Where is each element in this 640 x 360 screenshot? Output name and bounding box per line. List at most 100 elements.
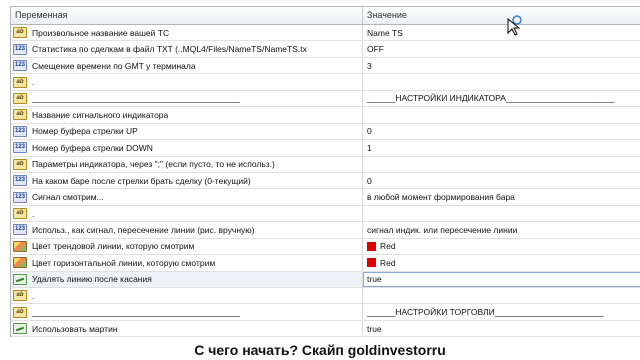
variable-name: Смещение времени по GMT у терминала — [32, 60, 196, 71]
variable-cell[interactable]: Цвет трендовой линии, которую смотрим — [11, 238, 363, 255]
variable-name: . — [32, 290, 35, 301]
input-row[interactable]: Цвет горизонтальной линии, которую смотр… — [11, 255, 640, 272]
input-row[interactable]: 123 Использ., как сигнал, пересечение лин… — [11, 222, 640, 239]
value-cell[interactable]: 0 — [363, 124, 640, 139]
variable-value: 1 — [367, 142, 372, 153]
variable-name: Цвет горизонтальной линии, которую смотр… — [32, 257, 216, 268]
variable-name: Произвольное название вашей ТС — [32, 27, 170, 38]
input-row[interactable]: ab Название сигнального индикатора — [11, 107, 640, 124]
variable-cell[interactable]: ab. — [11, 205, 363, 222]
input-row[interactable]: Использовать мартин true — [11, 320, 640, 337]
variable-cell[interactable]: ab. — [11, 74, 363, 90]
variable-name: Использ., как сигнал, пересечение линии … — [32, 224, 255, 235]
input-row[interactable]: Удалять линию после касания true — [11, 271, 640, 288]
ab-string-icon: ab — [13, 208, 27, 220]
variable-cell[interactable]: ab ______________________________________… — [11, 304, 363, 320]
variable-cell[interactable]: 123 Статистика по сделкам в файл TXT (..M… — [11, 41, 363, 57]
input-row[interactable]: ab Произвольное название вашей ТС Name TS — [11, 25, 640, 42]
value-cell[interactable]: ______НАСТРОЙКИ ТОРГОВЛИ________________… — [363, 304, 640, 319]
value-cell[interactable]: сигнал индик. или пересечение линии — [363, 222, 640, 237]
variable-value: сигнал индик. или пересечение линии — [367, 224, 518, 235]
value-cell[interactable]: true — [363, 321, 640, 336]
value-cell[interactable]: true — [363, 271, 640, 287]
value-cell[interactable] — [363, 74, 640, 89]
variable-name: Сигнал смотрим... — [32, 192, 104, 203]
variable-name: . — [32, 77, 35, 88]
input-row[interactable]: 123 Номер буфера стрелки UP 0 — [11, 123, 640, 141]
variable-cell[interactable]: 123 Использ., как сигнал, пересечение лин… — [11, 222, 363, 238]
variable-value: 0 — [367, 126, 372, 137]
variable-value: Name TS — [367, 27, 403, 38]
value-cell[interactable] — [363, 288, 640, 303]
value-cell[interactable]: Red — [363, 255, 640, 270]
variable-cell[interactable]: Использовать мартин — [11, 320, 363, 337]
input-row[interactable]: ab ______________________________________… — [11, 90, 640, 108]
value-cell[interactable]: OFF — [363, 41, 640, 56]
input-row[interactable]: 123 Сигнал смотрим... в любой момент форми… — [11, 189, 640, 206]
input-row[interactable]: ab. — [11, 205, 640, 223]
value-cell[interactable]: 0 — [363, 173, 640, 188]
bool-icon — [13, 323, 27, 335]
variable-cell[interactable]: 123 Сигнал смотрим... — [11, 189, 363, 205]
ab-string-icon: ab — [13, 290, 27, 302]
value-cell[interactable]: Red — [363, 239, 640, 254]
value-cell[interactable]: в любой момент формирования бара — [363, 189, 640, 204]
variable-name: Цвет трендовой линии, которую смотрим — [32, 241, 195, 252]
variable-cell[interactable]: 123 Смещение времени по GMT у терминала — [11, 57, 363, 74]
input-row[interactable]: 123 Статистика по сделкам в файл TXT (..M… — [11, 41, 640, 58]
ab-string-icon: ab — [13, 27, 27, 39]
variable-name: Номер буфера стрелки UP — [32, 126, 138, 137]
variable-name: Статистика по сделкам в файл TXT (..MQL4… — [32, 44, 307, 55]
ab-string-icon: ab — [13, 92, 27, 104]
variable-cell[interactable]: 123 Номер буфера стрелки DOWN — [11, 140, 363, 156]
input-row[interactable]: 123 Номер буфера стрелки DOWN 1 — [11, 140, 640, 157]
color-icon — [13, 257, 27, 269]
ab-string-icon: ab — [13, 109, 27, 121]
variable-name: На каком баре после стрелки брать сделку… — [32, 175, 251, 186]
variable-name: Удалять линию после касания — [32, 274, 152, 285]
variable-cell[interactable]: 123 Номер буфера стрелки UP — [11, 123, 363, 140]
variable-value: true — [367, 323, 382, 334]
value-cell[interactable] — [363, 157, 640, 172]
variable-cell[interactable]: ab ______________________________________… — [11, 90, 363, 107]
variable-cell[interactable]: Цвет горизонтальной линии, которую смотр… — [11, 255, 363, 271]
column-header-value[interactable]: Значение — [363, 7, 640, 24]
input-row[interactable]: ab Параметры индикатора, через ";" (если … — [11, 156, 640, 173]
value-cell[interactable]: Name TS — [363, 25, 640, 40]
number-icon: 123 — [13, 191, 27, 203]
variable-name: Параметры индикатора, через ";" (если пу… — [32, 159, 275, 170]
value-cell[interactable]: ______НАСТРОЙКИ ИНДИКАТОРА______________… — [363, 91, 640, 106]
input-row[interactable]: ab. — [11, 288, 640, 305]
input-row[interactable]: ab ______________________________________… — [11, 304, 640, 321]
column-header-variable[interactable]: Переменная — [11, 7, 363, 24]
value-cell[interactable]: 3 — [363, 58, 640, 73]
variable-value: в любой момент формирования бара — [367, 192, 515, 203]
grid-rows: ab Произвольное название вашей ТС Name TS 1… — [11, 25, 640, 337]
variable-cell[interactable]: ab Параметры индикатора, через ";" (если … — [11, 156, 363, 172]
ab-string-icon: ab — [13, 76, 27, 88]
inputs-grid: Переменная Значение ab Произвольное назва… — [10, 6, 640, 337]
color-swatch — [367, 241, 376, 251]
variable-name: Номер буфера стрелки DOWN — [32, 142, 153, 153]
variable-value: Red — [380, 257, 396, 268]
value-cell[interactable] — [363, 206, 640, 221]
variable-cell[interactable]: Удалять линию после касания — [11, 271, 363, 287]
value-cell[interactable]: 1 — [363, 140, 640, 155]
value-cell[interactable] — [363, 107, 640, 122]
input-row[interactable]: 123 На каком баре после стрелки брать сде… — [11, 172, 640, 190]
variable-name: Название сигнального индикатора — [32, 109, 169, 120]
ab-string-icon: ab — [13, 158, 27, 170]
input-row[interactable]: ab. — [11, 74, 640, 91]
variable-value: ______НАСТРОЙКИ ТОРГОВЛИ________________… — [367, 307, 604, 318]
variable-cell[interactable]: 123 На каком баре после стрелки брать сде… — [11, 172, 363, 189]
number-icon: 123 — [13, 60, 27, 72]
ab-string-icon: ab — [13, 306, 27, 318]
input-row[interactable]: Цвет трендовой линии, которую смотрим Red — [11, 238, 640, 256]
variable-cell[interactable]: ab Произвольное название вашей ТС — [11, 25, 363, 41]
variable-name: ________________________________________… — [32, 93, 241, 104]
variable-name: ________________________________________… — [32, 307, 241, 318]
mouse-cursor-icon — [507, 15, 522, 36]
input-row[interactable]: 123 Смещение времени по GMT у терминала 3 — [11, 57, 640, 75]
variable-cell[interactable]: ab Название сигнального индикатора — [11, 107, 363, 123]
variable-cell[interactable]: ab. — [11, 288, 363, 304]
